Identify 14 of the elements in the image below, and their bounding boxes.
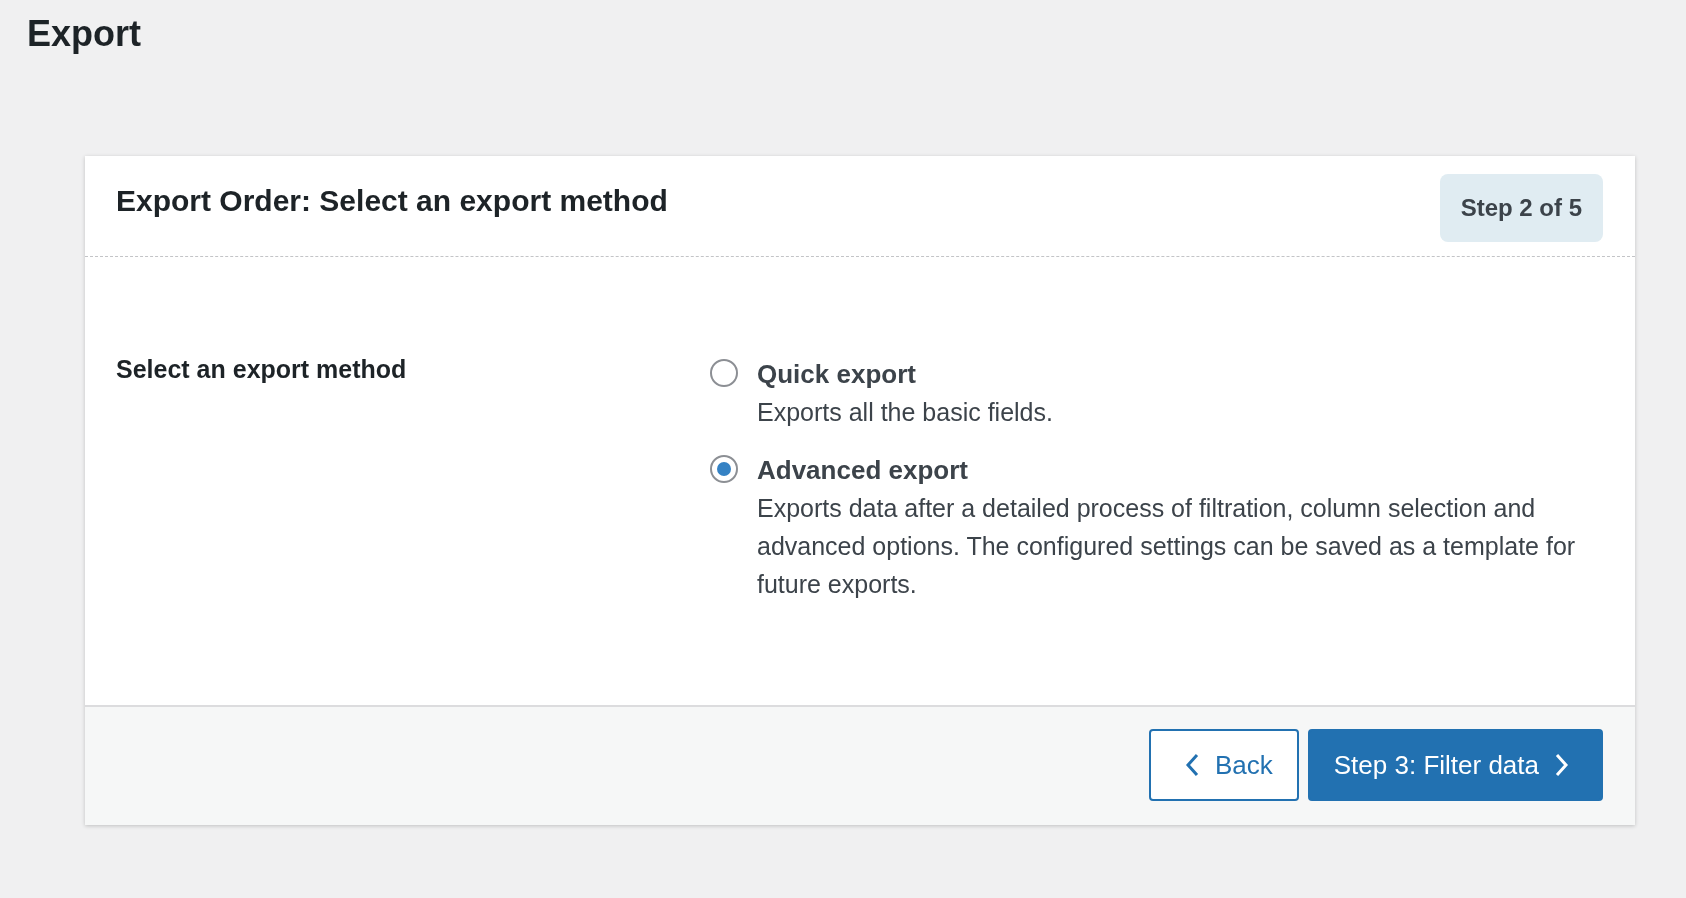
- option-description: Exports all the basic fields.: [757, 397, 1054, 428]
- card-title: Export Order: Select an export method: [116, 184, 668, 218]
- radio-button[interactable]: [710, 455, 738, 483]
- field-label: Select an export method: [116, 355, 408, 385]
- option-label[interactable]: Advanced export: [757, 451, 1597, 489]
- step-badge: Step 2 of 5: [1439, 174, 1603, 242]
- chevron-left-icon: [1184, 753, 1199, 777]
- option-label[interactable]: Quick export: [757, 355, 1597, 393]
- next-step-button[interactable]: Step 3: Filter data: [1307, 729, 1603, 801]
- option-description: Exports data after a detailed process of filtration, column selection and advanced options. The configured settings can be saved as a template for future exports.: [757, 493, 1577, 600]
- chevron-right-icon: [1555, 753, 1569, 777]
- back-button[interactable]: Back: [1148, 729, 1299, 801]
- page-title: Export: [27, 12, 142, 56]
- radio-button[interactable]: [710, 359, 738, 387]
